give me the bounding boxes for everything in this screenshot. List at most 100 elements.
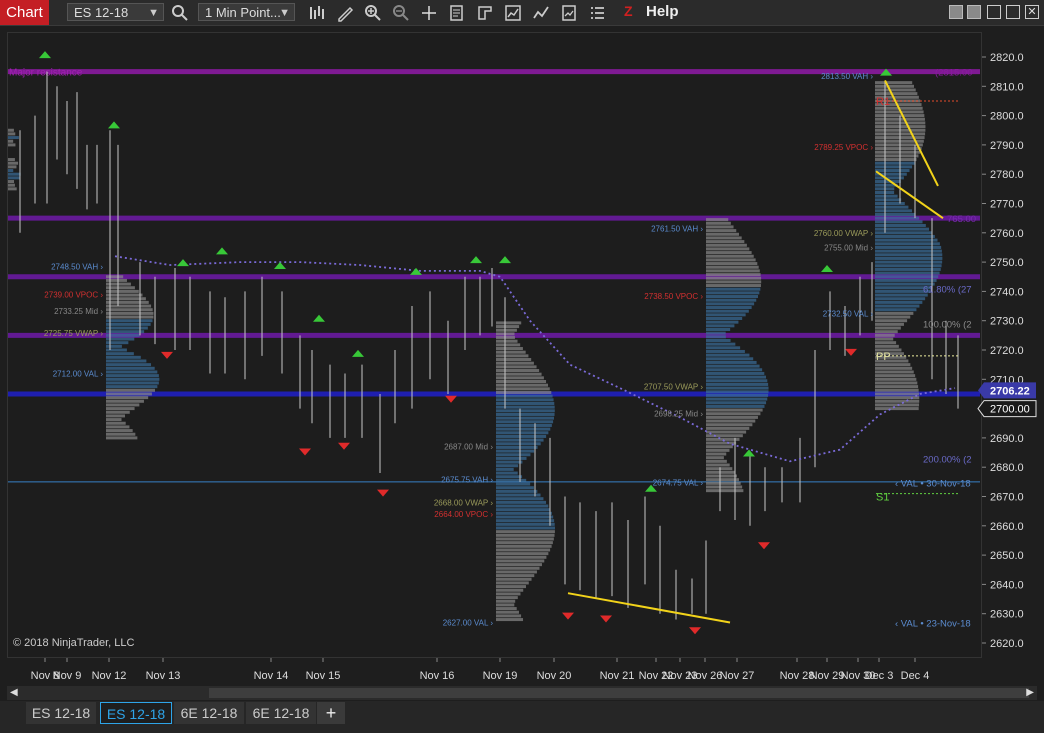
volume-profile-bar bbox=[106, 388, 156, 392]
tab-6e-12-18-a[interactable]: 6E 12-18 bbox=[174, 702, 244, 724]
volume-profile-bar bbox=[875, 165, 913, 169]
volume-profile-bar bbox=[496, 574, 535, 578]
tab-es-12-18-b[interactable]: ES 12-18 bbox=[100, 702, 172, 724]
volume-profile-bar bbox=[496, 552, 549, 556]
volume-profile-bar bbox=[496, 588, 524, 592]
volume-profile-bar bbox=[8, 180, 15, 184]
x-axis-tick-label: Nov 9 bbox=[53, 670, 82, 682]
profile-level-label: 2674.75 VAL › bbox=[653, 479, 704, 488]
volume-profile-bar bbox=[496, 460, 523, 464]
fib-level-label: 100.00% (2 bbox=[923, 320, 972, 331]
tab-6e-12-18-b[interactable]: 6E 12-18 bbox=[246, 702, 316, 724]
volume-profile-bar bbox=[496, 354, 529, 358]
volume-profile-bar bbox=[875, 341, 897, 345]
volume-profile-bar bbox=[875, 205, 909, 209]
volume-profile-bar bbox=[496, 379, 547, 383]
volume-profile-bar bbox=[875, 330, 898, 334]
volume-profile-bar bbox=[496, 515, 554, 519]
pivot-label: R1 bbox=[876, 96, 890, 108]
volume-profile-bar bbox=[706, 349, 745, 353]
volume-profile-bar bbox=[496, 559, 545, 563]
volume-profile-bar bbox=[106, 403, 140, 407]
volume-profile-bar bbox=[8, 158, 15, 162]
horizontal-scrollbar[interactable]: ◀ ▶ bbox=[7, 686, 1037, 700]
volume-profile-bar bbox=[875, 238, 938, 242]
volume-profile-bar bbox=[496, 376, 544, 380]
volume-profile-bar bbox=[706, 298, 757, 302]
volume-profile-bar bbox=[706, 280, 762, 284]
volume-profile-bar bbox=[875, 388, 919, 392]
volume-profile-bar bbox=[496, 618, 524, 622]
volume-profile-bar bbox=[875, 311, 914, 315]
chart-tab-bar: ES 12-18 ES 12-18 6E 12-18 6E 12-18 + bbox=[0, 701, 1044, 733]
x-axis-tick-label: Dec 4 bbox=[901, 670, 930, 682]
volume-profile-bar bbox=[496, 508, 551, 512]
volume-profile-bar bbox=[106, 407, 135, 411]
volume-profile-bar bbox=[496, 500, 547, 504]
profile-level-label: 2738.50 VPOC › bbox=[644, 292, 703, 301]
add-tab-button[interactable]: + bbox=[317, 702, 345, 724]
volume-profile-bar bbox=[875, 326, 901, 330]
volume-profile-bar bbox=[875, 293, 928, 297]
volume-profile-bar bbox=[706, 331, 726, 335]
y-axis-tick-label: 2660.0 bbox=[990, 521, 1024, 533]
scroll-right-icon[interactable]: ▶ bbox=[1026, 687, 1034, 698]
volume-profile-bar bbox=[706, 404, 765, 408]
volume-profile-bar bbox=[706, 284, 761, 288]
volume-profile-bar bbox=[8, 136, 19, 140]
volume-profile-bar bbox=[496, 412, 555, 416]
swing-low-marker bbox=[445, 395, 457, 403]
volume-profile-bar bbox=[106, 326, 148, 330]
volume-profile-bar bbox=[106, 308, 153, 312]
y-axis-tick-label: 2800.0 bbox=[990, 111, 1024, 123]
volume-profile-bar bbox=[496, 456, 527, 460]
volume-profile-bar bbox=[875, 223, 926, 227]
volume-profile-bar bbox=[8, 172, 21, 176]
volume-profile-bar bbox=[706, 265, 759, 269]
scroll-left-icon[interactable]: ◀ bbox=[10, 687, 18, 698]
x-axis-tick-label: Nov 13 bbox=[146, 670, 181, 682]
profile-level-label: 2755.00 Mid › bbox=[824, 243, 873, 252]
volume-profile-bar bbox=[875, 88, 916, 92]
y-axis-tick-label: 2770.0 bbox=[990, 199, 1024, 211]
volume-profile-bar bbox=[496, 416, 554, 420]
volume-profile-bar bbox=[496, 530, 555, 534]
volume-profile-bar bbox=[496, 533, 555, 537]
volume-profile-bar bbox=[8, 161, 19, 165]
y-axis-tick-label: 2730.0 bbox=[990, 316, 1024, 328]
volume-profile-bar bbox=[706, 229, 737, 233]
fib-level-label: 200.00% (2 bbox=[923, 454, 972, 465]
volume-profile-bar bbox=[875, 337, 894, 341]
volume-profile-bar bbox=[496, 427, 551, 431]
scroll-thumb[interactable] bbox=[209, 688, 1029, 698]
x-axis-tick-label: Nov 19 bbox=[483, 670, 518, 682]
volume-profile-bar bbox=[706, 489, 744, 493]
profile-level-label: 2748.50 VAH › bbox=[51, 262, 103, 271]
swing-low-marker bbox=[377, 489, 389, 497]
volume-profile-bar bbox=[106, 399, 144, 403]
swing-high-marker bbox=[743, 449, 755, 457]
swing-low-marker bbox=[600, 615, 612, 623]
volume-profile-bar bbox=[496, 482, 531, 486]
volume-profile-bar bbox=[496, 563, 542, 567]
x-axis-tick-label: Nov 20 bbox=[537, 670, 572, 682]
volume-profile-bar bbox=[706, 353, 750, 357]
tab-es-12-18-a[interactable]: ES 12-18 bbox=[26, 702, 96, 724]
volume-profile-bar bbox=[706, 324, 735, 328]
volume-profile-bar bbox=[106, 330, 145, 334]
volume-profile-bar bbox=[875, 267, 941, 271]
volume-profile-bar bbox=[496, 409, 555, 413]
volume-profile-bar bbox=[706, 295, 758, 299]
chart-canvas[interactable]: Major resistance 2748.50 VAH › 2739.00 VPO… bbox=[0, 0, 1044, 700]
volume-profile-bar bbox=[875, 209, 913, 213]
volume-profile-bar bbox=[106, 418, 122, 422]
profile-level-label: 2760.00 VWAP › bbox=[814, 229, 873, 238]
cursor-price-label: 2700.00 bbox=[990, 404, 1030, 416]
volume-profile-bar bbox=[706, 309, 749, 313]
x-axis-tick-label: Dec 3 bbox=[865, 670, 894, 682]
y-axis-tick-label: 2680.0 bbox=[990, 462, 1024, 474]
volume-profile-bar bbox=[496, 486, 534, 490]
volume-profile-bar bbox=[875, 399, 920, 403]
volume-profile-bar bbox=[496, 596, 518, 600]
volume-profile-bar bbox=[496, 365, 537, 369]
